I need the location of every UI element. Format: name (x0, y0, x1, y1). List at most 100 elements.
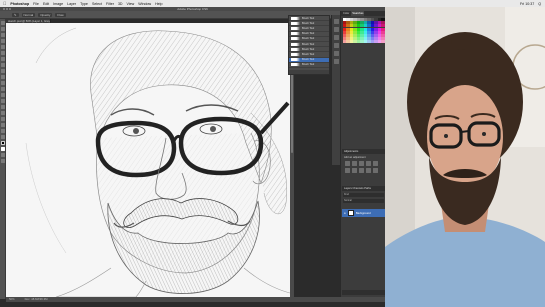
clock: Fri 10:37 (520, 1, 535, 6)
exposure-icon[interactable] (366, 161, 371, 166)
apple-icon[interactable]:  (3, 1, 6, 6)
brush-panel-icon[interactable] (333, 35, 339, 40)
hand-tool-icon[interactable] (0, 129, 5, 133)
blend-mode-select[interactable]: Normal (343, 199, 384, 203)
path-select-tool-icon[interactable] (0, 117, 5, 121)
tab-swatches[interactable]: Swatches (351, 11, 365, 16)
levels-icon[interactable] (352, 161, 357, 166)
tab-paths[interactable]: Paths (364, 187, 371, 190)
foreground-color-swatch[interactable] (0, 141, 5, 145)
brush-stroke-icon (291, 47, 300, 51)
menu-app-name[interactable]: Photoshop (10, 2, 29, 6)
brush-icon[interactable]: ✎ (12, 12, 19, 17)
layers-panel-tabs: Layers Channels Paths (342, 186, 385, 191)
menu-file[interactable]: File (33, 2, 39, 6)
brush-stroke-icon (291, 52, 300, 56)
stamp-tool-icon[interactable] (0, 69, 5, 73)
adjustments-panel-title[interactable]: Adjustments (342, 149, 385, 154)
character-panel-icon[interactable] (333, 59, 339, 64)
menu-window[interactable]: Window (138, 2, 151, 6)
blur-tool-icon[interactable] (0, 93, 5, 97)
curves-icon[interactable] (359, 161, 364, 166)
pencil-sketch-portrait (25, 27, 290, 297)
menu-3d[interactable]: 3D (118, 2, 123, 6)
crop-tool-icon[interactable] (0, 45, 5, 49)
menu-status: Fri 10:37 Q (520, 2, 545, 6)
drawing-canvas[interactable] (6, 23, 290, 297)
dodge-tool-icon[interactable] (0, 99, 5, 103)
tab-channels[interactable]: Channels (353, 187, 364, 190)
layers-panel-footer (342, 290, 385, 295)
spotlight-icon[interactable]: Q (538, 2, 541, 6)
color-panel-tabs: Color Swatches (341, 11, 385, 16)
tab-layers[interactable]: Layers (344, 187, 352, 190)
brush-stroke-icon (291, 58, 300, 62)
brightness-contrast-icon[interactable] (345, 161, 350, 166)
black-white-icon[interactable] (359, 168, 364, 173)
history-brush-tool-icon[interactable] (0, 75, 5, 79)
menu-help[interactable]: Help (155, 2, 162, 6)
layers-controls: Kind Normal (343, 193, 384, 207)
status-bar: 50% Doc: 48.6M/96.3M (6, 297, 385, 302)
flow-control[interactable]: Flow (55, 12, 66, 17)
mode-select[interactable]: Normal (21, 12, 36, 17)
layer-thumbnail (347, 210, 354, 216)
brush-preset-row[interactable]: Brush Tool (289, 63, 329, 68)
adjustments-grid (345, 161, 378, 173)
panel-icon-strip (331, 15, 340, 165)
eraser-tool-icon[interactable] (0, 81, 5, 85)
brush-stroke-icon (291, 42, 300, 46)
menu-view[interactable]: View (127, 2, 135, 6)
window-controls[interactable] (3, 8, 11, 10)
brush-panel-footer (289, 70, 329, 74)
reference-photo (385, 7, 545, 307)
eyedropper-tool-icon[interactable] (0, 51, 5, 55)
gradient-tool-icon[interactable] (0, 87, 5, 91)
move-tool-icon[interactable] (0, 21, 5, 25)
clone-source-panel-icon[interactable] (333, 51, 339, 56)
opacity-control[interactable]: Opacity (38, 12, 53, 17)
shape-tool-icon[interactable] (0, 123, 5, 127)
menu-image[interactable]: Image (53, 2, 63, 6)
doc-size[interactable]: Doc: 48.6M/96.3M (25, 297, 48, 302)
lasso-tool-icon[interactable] (0, 33, 5, 37)
healing-tool-icon[interactable] (0, 57, 5, 61)
pen-tool-icon[interactable] (0, 105, 5, 109)
brush-tool-icon[interactable] (0, 63, 5, 67)
brush-stroke-icon (291, 16, 300, 20)
hue-saturation-icon[interactable] (345, 168, 350, 173)
right-panel-dock: Color Swatches Adjustments Add an adjust… (340, 11, 385, 297)
brush-presets-panel-icon[interactable] (333, 43, 339, 48)
photo-filter-icon[interactable] (366, 168, 371, 173)
reference-photo-image (385, 7, 545, 307)
quick-select-tool-icon[interactable] (0, 39, 5, 43)
menu-select[interactable]: Select (92, 2, 102, 6)
brush-stroke-icon (291, 32, 300, 36)
eye-icon[interactable]: ● (344, 211, 346, 215)
color-balance-icon[interactable] (352, 168, 357, 173)
layer-filter-kind[interactable]: Kind (343, 193, 384, 197)
menu-filter[interactable]: Filter (106, 2, 114, 6)
history-panel-icon[interactable] (333, 19, 339, 24)
quick-mask-icon[interactable] (0, 153, 5, 157)
brush-stroke-icon (291, 26, 300, 30)
zoom-tool-icon[interactable] (0, 135, 5, 139)
brush-preset-panel: Brush Tool Brush Tool Brush Tool Brush T… (288, 15, 330, 75)
menu-type[interactable]: Type (80, 2, 88, 6)
menu-bar:  Photoshop File Edit Image Layer Type S… (0, 0, 545, 7)
brush-stroke-icon (291, 63, 300, 67)
menu-edit[interactable]: Edit (43, 2, 49, 6)
properties-panel-icon[interactable] (333, 27, 339, 32)
tab-color[interactable]: Color (343, 11, 349, 16)
channel-mixer-icon[interactable] (373, 168, 378, 173)
vibrance-icon[interactable] (373, 161, 378, 166)
layer-name[interactable]: Background (356, 211, 371, 215)
layer-row-selected[interactable]: ● Background (342, 209, 385, 217)
screen-mode-icon[interactable] (0, 159, 5, 163)
background-color-swatch[interactable] (0, 147, 5, 151)
menu-layer[interactable]: Layer (67, 2, 76, 6)
marquee-tool-icon[interactable] (0, 27, 5, 31)
zoom-level[interactable]: 50% (9, 297, 15, 302)
scrollbar-thumb[interactable] (291, 63, 293, 153)
type-tool-icon[interactable] (0, 111, 5, 115)
